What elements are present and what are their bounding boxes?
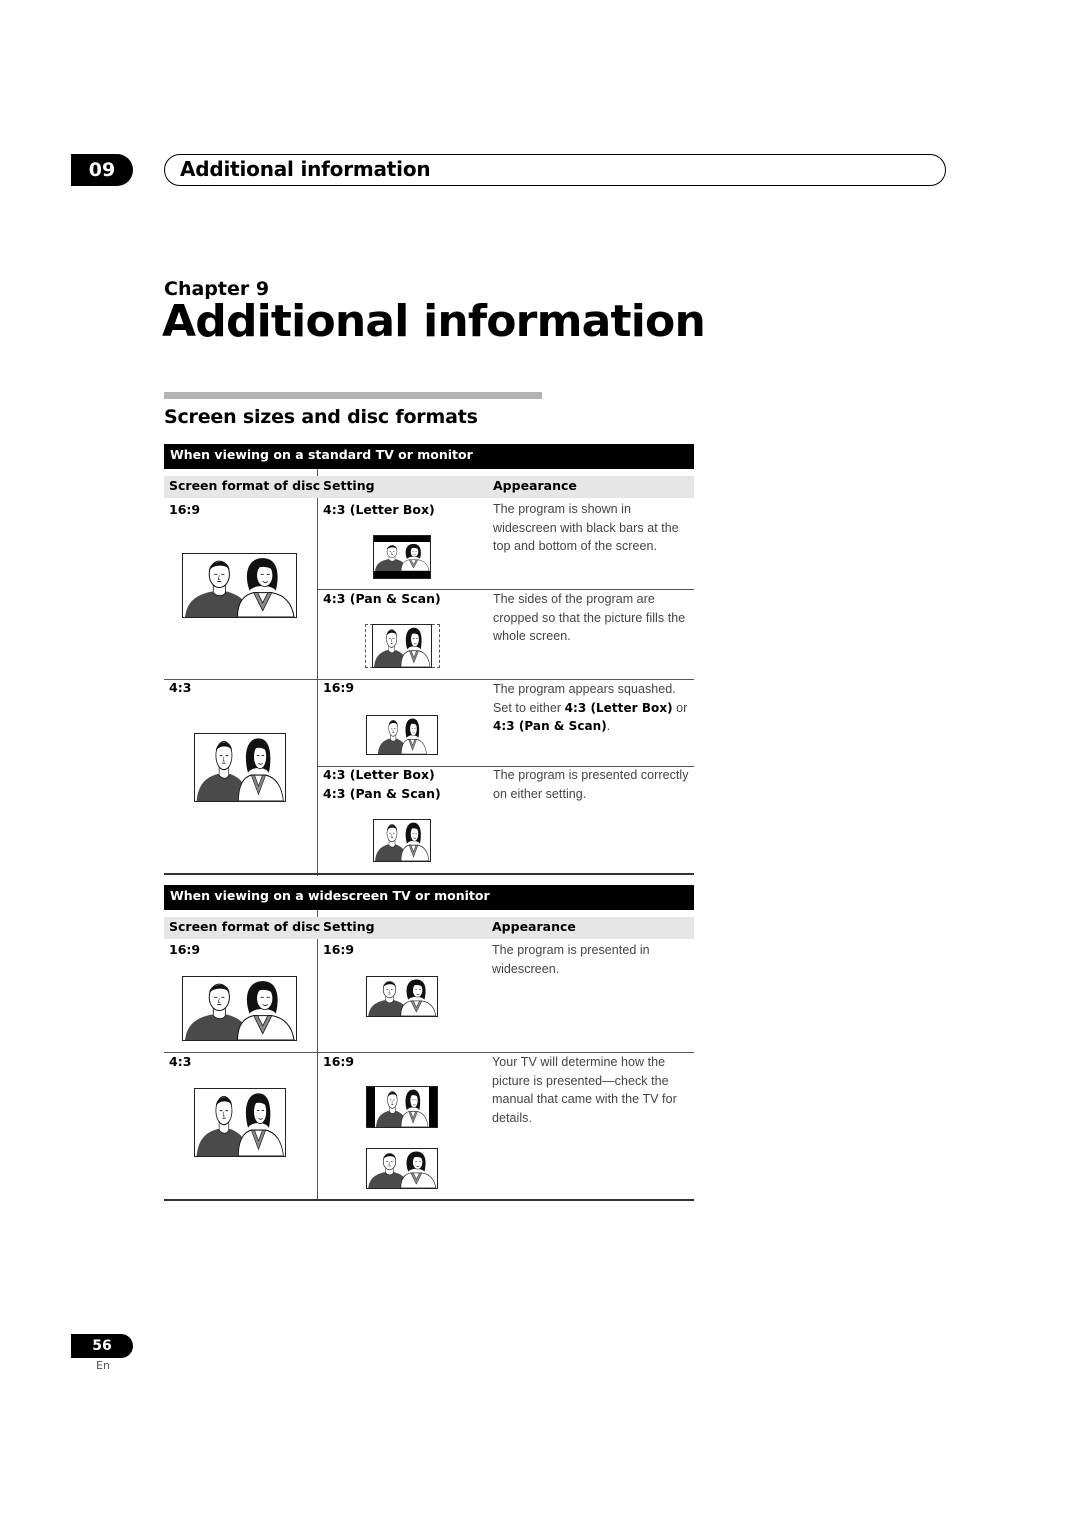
standard-disc-icon (194, 1088, 286, 1157)
column-header-disc-format: Screen format of disc (169, 919, 321, 934)
table-heading: When viewing on a widescreen TV or monit… (164, 885, 694, 910)
widescreen-tv-table: When viewing on a widescreen TV or monit… (164, 885, 694, 1202)
setting-value: 4:3 (Letter Box) (323, 502, 435, 517)
setting-value: 4:3 (Pan & Scan) (323, 591, 441, 606)
column-header-appearance: Appearance (492, 919, 576, 934)
disc-format-value: 16:9 (169, 502, 201, 517)
widescreen-disc-icon (182, 976, 297, 1041)
appearance-text: Your TV will determine how the picture i… (492, 1055, 677, 1126)
appearance-text: The program is shown in widescreen with … (493, 502, 679, 554)
appearance-text: The sides of the program are cropped so … (493, 592, 686, 644)
table-heading: When viewing on a standard TV or monitor (164, 444, 694, 469)
appearance-text: The program is presented correctly on ei… (493, 768, 689, 801)
column-header-setting: Setting (323, 478, 375, 493)
page-title: Additional information (162, 296, 706, 347)
squashed-tv-icon (366, 715, 438, 755)
column-divider (317, 469, 318, 876)
standard-disc-icon (194, 733, 286, 802)
column-headers: Screen format of disc Setting Appearance (164, 476, 694, 498)
column-header-appearance: Appearance (493, 478, 577, 493)
column-header-disc-format: Screen format of disc (169, 478, 321, 493)
chapter-header-title: Additional information (180, 157, 431, 181)
table-bottom-rule (164, 873, 694, 875)
chapter-number: 09 (88, 159, 116, 181)
widescreen-disc-icon (182, 553, 297, 618)
appearance-text: The program appears squashed. Set to eit… (493, 682, 688, 734)
stretched-tv-icon (366, 1148, 438, 1189)
setting-value: 16:9 (323, 680, 355, 695)
page-language: En (96, 1359, 110, 1372)
widescreen-tv-icon (366, 976, 438, 1017)
chapter-header-bar: Additional information (164, 154, 946, 186)
pan-scan-tv-icon (372, 624, 432, 668)
disc-format-value: 4:3 (169, 680, 192, 695)
column-headers: Screen format of disc Setting Appearance (164, 917, 694, 939)
column-divider (317, 910, 318, 1200)
setting-value: 4:3 (Letter Box) (323, 767, 435, 782)
disc-format-value: 4:3 (169, 1054, 192, 1069)
setting-value-alt: 4:3 (Pan & Scan) (323, 786, 441, 801)
standard-tv-table: When viewing on a standard TV or monitor… (164, 444, 694, 876)
page-number-tab: 56 (71, 1334, 133, 1358)
chapter-number-tab: 09 (71, 154, 133, 186)
disc-format-value: 16:9 (169, 942, 201, 957)
appearance-text: The program is presented in widescreen. (492, 943, 650, 976)
table-bottom-rule (164, 1199, 694, 1201)
page-number: 56 (92, 1338, 112, 1354)
setting-value: 16:9 (323, 942, 355, 957)
setting-value: 16:9 (323, 1054, 355, 1069)
column-header-setting: Setting (323, 919, 375, 934)
standard-tv-icon (373, 819, 431, 862)
section-divider (164, 392, 542, 399)
pillarbox-tv-icon (366, 1086, 438, 1128)
section-title: Screen sizes and disc formats (164, 406, 478, 428)
letterbox-tv-icon (373, 535, 431, 579)
